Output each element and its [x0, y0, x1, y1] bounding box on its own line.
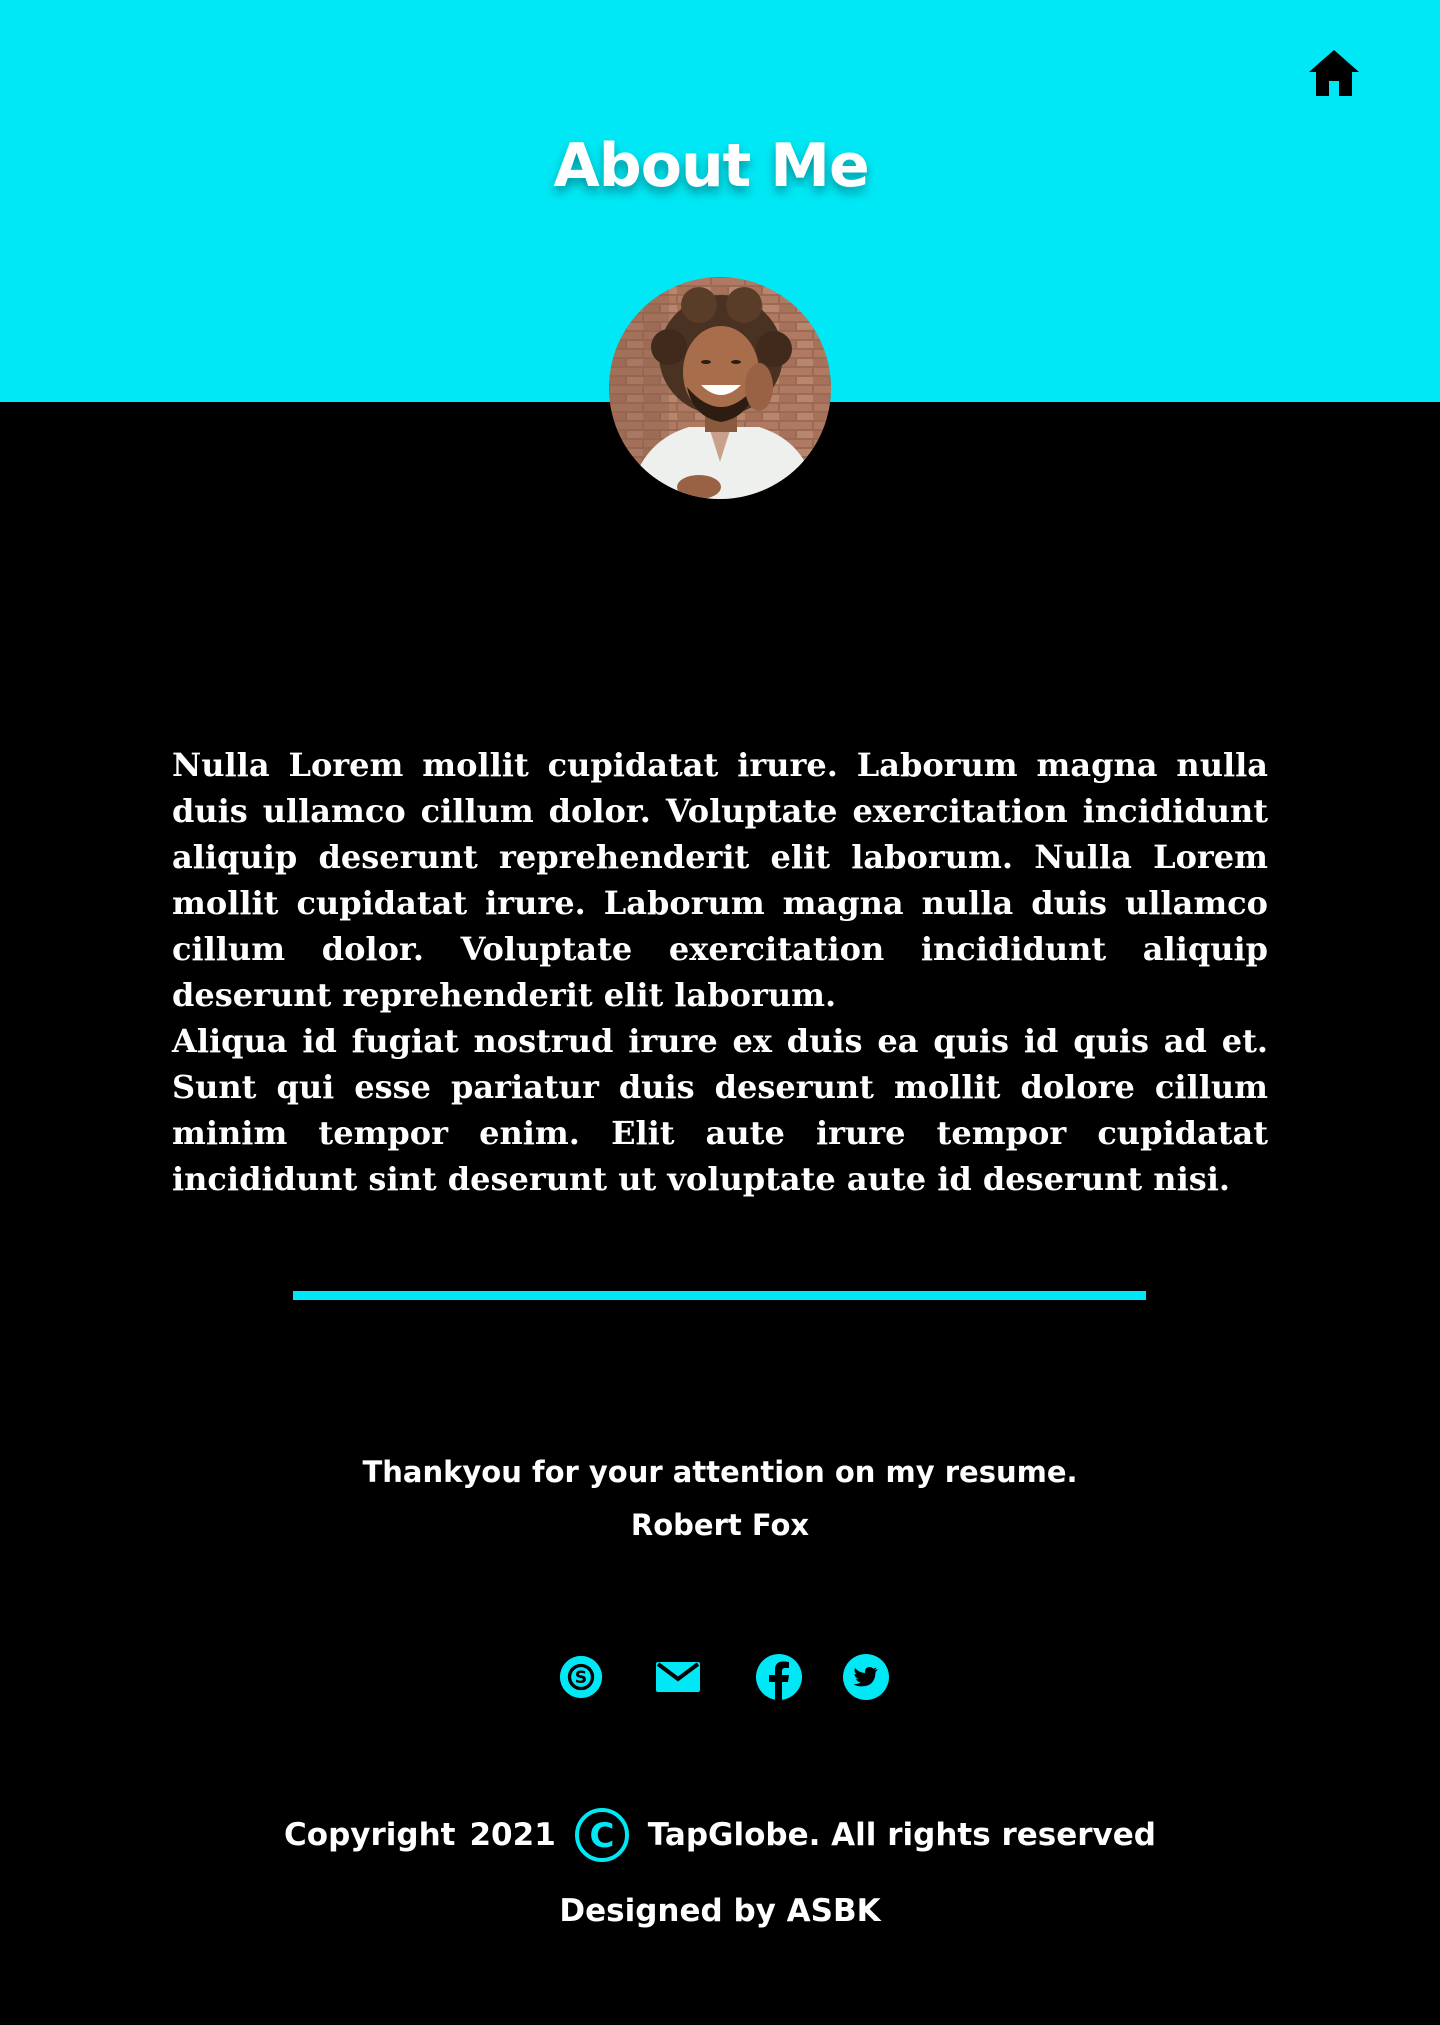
bio-text: Nulla Lorem mollit cupidatat irure. Labo… [172, 742, 1268, 1202]
signature-name: Robert Fox [630, 1508, 810, 1542]
section-divider [293, 1291, 1146, 1300]
copyright-label: Copyright [284, 1817, 456, 1853]
mail-icon [656, 1662, 700, 1692]
profile-photo [609, 277, 831, 499]
copyright-year: 2021 [469, 1817, 556, 1853]
svg-text:C: C [589, 1816, 614, 1856]
twitter-link[interactable] [842, 1653, 890, 1701]
skype-link[interactable]: S [558, 1653, 604, 1701]
company-rights: TapGlobe. All rights reserved [647, 1817, 1156, 1853]
bio-paragraph: Nulla Lorem mollit cupidatat irure. Labo… [172, 746, 1268, 1014]
bio-paragraph: Aliqua id fugiat nostrud irure ex duis e… [172, 1022, 1268, 1198]
twitter-icon [843, 1654, 889, 1700]
page-title: About Me [553, 131, 869, 201]
facebook-link[interactable] [755, 1653, 803, 1701]
copyright-line: Copyright 2021 C TapGlobe. All rights re… [0, 1805, 1440, 1865]
skype-icon: S [559, 1655, 603, 1699]
svg-text:S: S [575, 1668, 587, 1688]
copyright-icon: C [574, 1807, 630, 1863]
mail-link[interactable] [654, 1653, 702, 1701]
social-links: S [0, 1653, 1440, 1701]
facebook-icon [756, 1654, 802, 1701]
home-button[interactable] [1308, 48, 1360, 98]
thanks-message: Thankyou for your attention on my resume… [362, 1455, 1078, 1489]
avatar [609, 277, 831, 499]
home-icon [1309, 50, 1359, 96]
designed-by: Designed by ASBK [559, 1893, 881, 1929]
